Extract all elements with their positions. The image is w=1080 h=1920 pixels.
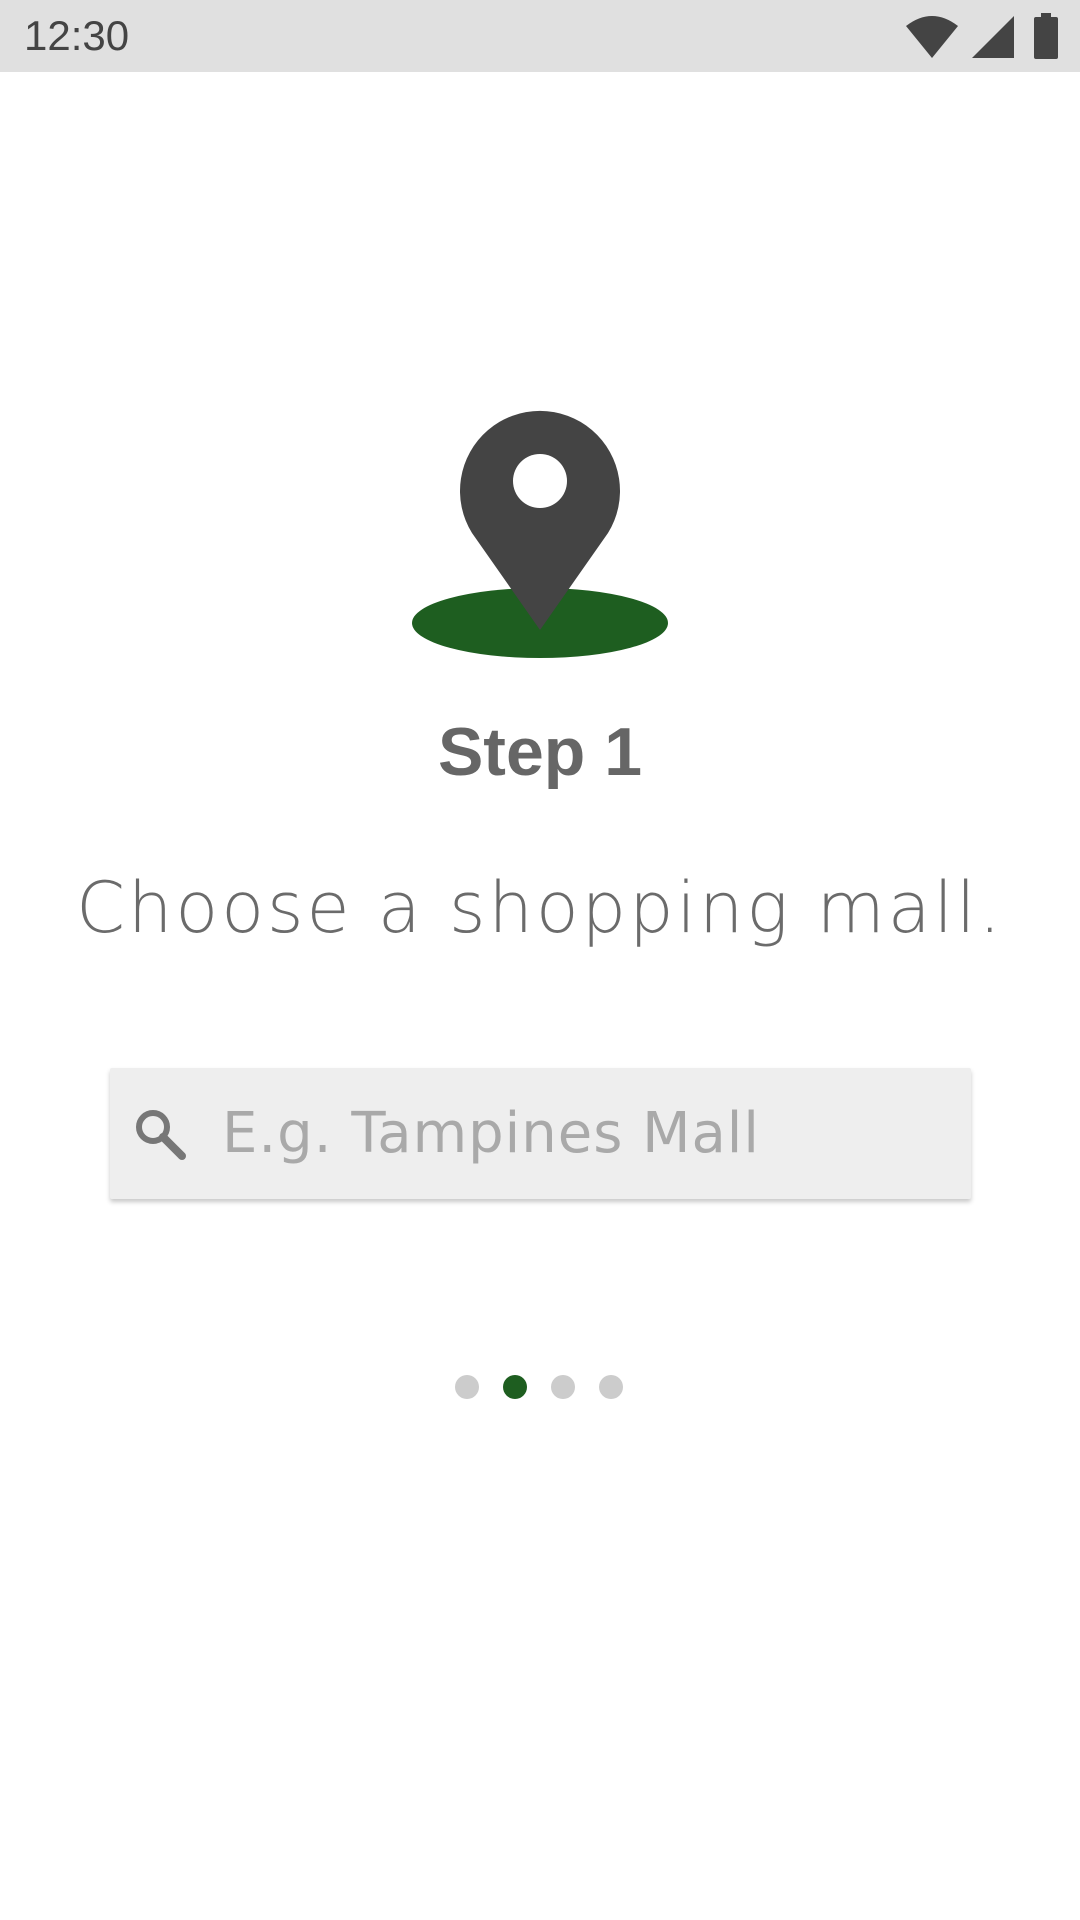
page-dot-4[interactable] (599, 1375, 623, 1399)
battery-icon (1032, 13, 1060, 59)
location-pin-icon (410, 398, 670, 660)
onboarding-screen: 12:30 Step 1 Choose a shopping mall. E.g… (0, 0, 1080, 1920)
step-title: Step 1 (437, 714, 643, 790)
page-dot-1[interactable] (455, 1375, 479, 1399)
status-bar: 12:30 (0, 0, 1080, 72)
mall-search-box[interactable] (110, 1068, 971, 1199)
status-time: 12:30 (24, 12, 130, 59)
step-description: Choose a shopping mall. (76, 867, 1004, 949)
page-dot-2-active[interactable] (503, 1375, 527, 1399)
signal-icon (968, 14, 1016, 58)
status-icons (904, 12, 1060, 60)
search-icon (132, 1106, 188, 1162)
wifi-icon (904, 14, 960, 58)
mall-search-input[interactable] (222, 1068, 942, 1199)
page-indicator (0, 1375, 1080, 1401)
page-dot-3[interactable] (551, 1375, 575, 1399)
